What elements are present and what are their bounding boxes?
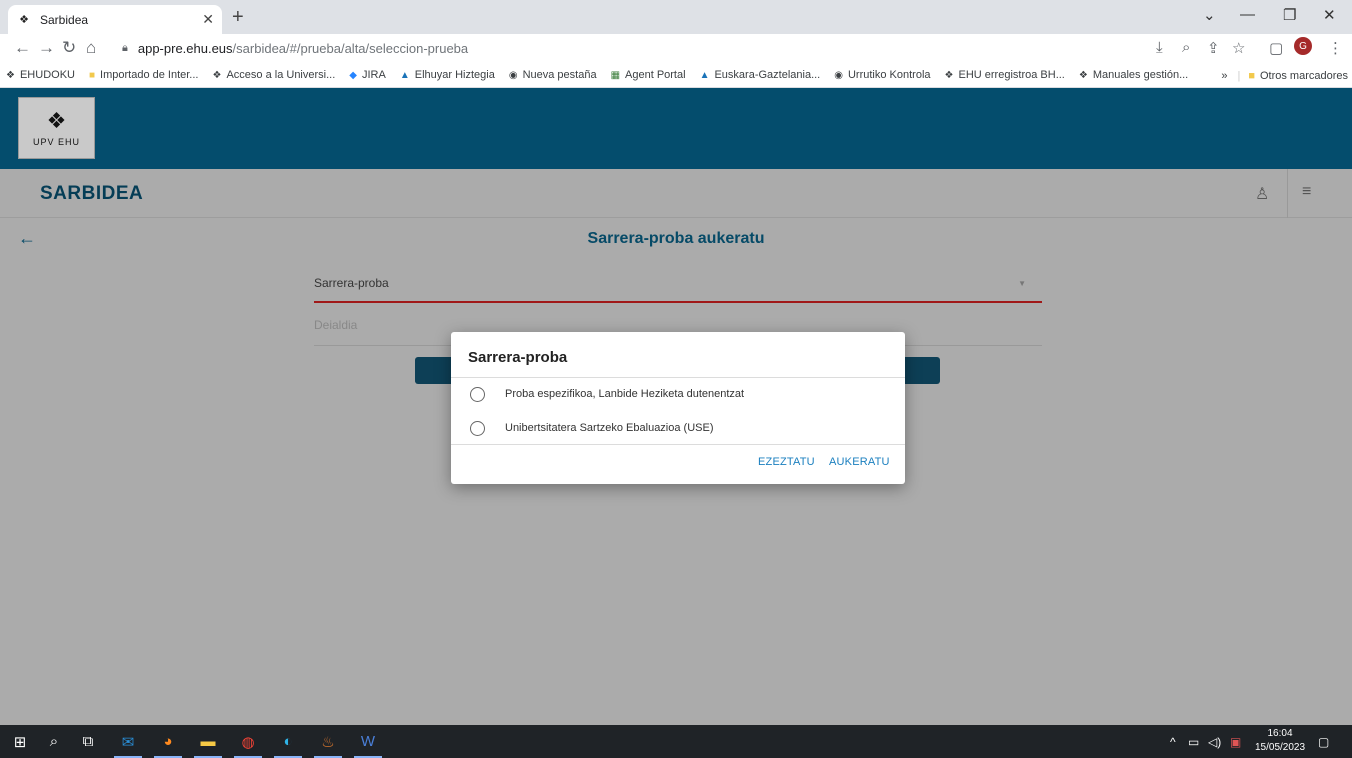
folder-icon: ■: [1248, 69, 1255, 82]
user-icon[interactable]: ♙: [1255, 184, 1269, 204]
new-tab-button[interactable]: +: [232, 7, 244, 27]
minimize-button[interactable]: —: [1240, 6, 1255, 23]
browser-toolbar: ← → ↻ ⌂ 🔒︎ app-pre.ehu.eus/sarbidea/#/pr…: [0, 34, 1352, 63]
bookmark-item[interactable]: ❖ EHU erregistroa BH...: [945, 69, 1065, 81]
bookmark-item[interactable]: ❖ Acceso a la Universi...: [212, 69, 335, 81]
dialog-divider: [451, 377, 905, 378]
edge-icon[interactable]: ◐: [268, 725, 308, 758]
lock-icon[interactable]: 🔒︎: [122, 42, 128, 55]
volume-icon[interactable]: ◁): [1208, 725, 1221, 758]
page-title: Sarrera-proba aukeratu: [587, 230, 765, 247]
cancel-button[interactable]: EZEZTATU: [758, 456, 815, 468]
windows-taskbar: ⊞ ⌕ ⧉ ✉ ◕ ▬ ◍ ◐ ♨ W ^ ▭ ◁) ▣ 16:04 15/05…: [0, 725, 1352, 758]
dialog-divider: [451, 444, 905, 445]
bookmark-item[interactable]: ▲ Elhuyar Hiztegia: [400, 69, 495, 81]
clock-date: 15/05/2023: [1255, 742, 1306, 753]
ehu-icon: ❖: [1078, 69, 1088, 81]
dialog-option-use[interactable]: Unibertsitatera Sartzeko Ebaluazioa (USE…: [470, 418, 713, 438]
ehu-icon: ❖: [212, 69, 222, 81]
tab-title: Sarbidea: [40, 12, 89, 27]
app-header: ❖ UPV EHU: [0, 88, 1352, 169]
app-title: SARBIDEA: [40, 183, 144, 204]
bookmark-star-icon[interactable]: ☆: [1232, 39, 1245, 57]
word-icon[interactable]: W: [348, 725, 388, 758]
option-label: Proba espezifikoa, Lanbide Heziketa dute…: [505, 388, 745, 400]
hamburger-menu-icon[interactable]: ≡: [1302, 183, 1311, 201]
toolbar-divider: [1287, 169, 1288, 218]
browser-tabstrip: ❖ Sarbidea ✕ + ⌄ — ❐ ✕: [0, 0, 1352, 34]
test-select-field[interactable]: Sarrera-proba ▼: [314, 266, 1042, 303]
tab-search-icon[interactable]: ⌄: [1203, 6, 1216, 24]
back-icon[interactable]: ←: [14, 38, 31, 58]
option-label: Unibertsitatera Sartzeko Ebaluazioa (USE…: [505, 422, 714, 434]
call-select-label: Deialdia: [314, 318, 358, 332]
elhuyar-icon: ▲: [399, 69, 410, 81]
elhuyar-icon: ▲: [699, 69, 710, 81]
share-icon[interactable]: ⇪: [1207, 39, 1220, 57]
address-bar[interactable]: 🔒︎ app-pre.ehu.eus/sarbidea/#/prueba/alt…: [122, 36, 1322, 60]
bookmark-item[interactable]: ■ Importado de Inter...: [89, 69, 199, 81]
install-app-icon[interactable]: ⤓: [1156, 39, 1163, 56]
upv-ehu-logo[interactable]: ❖ UPV EHU: [18, 97, 95, 159]
home-icon[interactable]: ⌂: [86, 38, 96, 58]
tray-chevron-icon[interactable]: ^: [1170, 725, 1176, 758]
forward-icon[interactable]: →: [38, 38, 55, 58]
upv-ehu-emblem-icon: ❖: [46, 107, 67, 133]
chrome-icon[interactable]: ◍: [228, 725, 268, 758]
radio-button[interactable]: [470, 386, 485, 402]
bookmark-item[interactable]: ▦ Agent Portal: [611, 69, 686, 81]
close-tab-icon[interactable]: ✕: [202, 11, 214, 28]
close-window-button[interactable]: ✕: [1323, 6, 1336, 24]
logo-text: UPV EHU: [32, 136, 80, 147]
java-icon[interactable]: ♨: [308, 725, 348, 758]
kebab-menu-icon[interactable]: ⋮: [1328, 39, 1343, 57]
clock-time: 16:04: [1267, 728, 1293, 739]
system-clock[interactable]: 16:04 15/05/2023: [1255, 727, 1305, 755]
notifications-icon[interactable]: ▢: [1318, 725, 1329, 758]
other-bookmarks[interactable]: Otros marcadores: [1260, 70, 1348, 82]
radio-button[interactable]: [470, 420, 485, 436]
side-panel-icon[interactable]: ▢: [1269, 39, 1283, 57]
browser-tab[interactable]: ❖ Sarbidea ✕: [8, 5, 222, 34]
globe-icon: ◉: [508, 69, 518, 81]
bookmarks-overflow-button[interactable]: »: [1221, 70, 1227, 82]
bookmark-item[interactable]: ◉ Nueva pestaña: [509, 69, 597, 81]
outlook-icon[interactable]: ✉: [108, 725, 148, 758]
bookmark-item[interactable]: ◆ JIRA: [349, 69, 386, 81]
dropdown-caret-icon: ▼: [1018, 279, 1026, 288]
bookmarks-bar: ❖ EHUDOKU ■ Importado de Inter... ❖ Acceso …: [0, 63, 1352, 88]
jira-icon: ◆: [349, 69, 357, 81]
restore-button[interactable]: ❐: [1283, 6, 1296, 24]
globe-icon: ◉: [834, 69, 843, 81]
test-select-label: Sarrera-proba: [314, 276, 389, 290]
task-view-icon[interactable]: ⧉: [68, 725, 108, 758]
bookmark-item[interactable]: ❖ Manuales gestión...: [1079, 69, 1188, 81]
ehu-icon: ❖: [6, 69, 15, 81]
reload-icon[interactable]: ↻: [62, 38, 76, 58]
firefox-icon[interactable]: ◕: [148, 725, 188, 758]
agent-icon: ▦: [610, 69, 621, 81]
bookmark-item[interactable]: ▲ Euskara-Gaztelania...: [700, 69, 821, 81]
url-path: /sarbidea/#/prueba/alta/seleccion-prueba: [232, 40, 469, 56]
url-host: app-pre.ehu.eus: [137, 40, 233, 56]
app-title-bar: SARBIDEA ♙ ≡: [0, 169, 1352, 218]
bookmarks-divider: |: [1237, 69, 1241, 82]
profile-avatar[interactable]: G: [1294, 37, 1312, 55]
folder-icon: ■: [88, 69, 96, 81]
network-icon[interactable]: ▭: [1188, 725, 1199, 758]
bookmark-item[interactable]: ◉ Urrutiko Kontrola: [834, 69, 930, 81]
file-explorer-icon[interactable]: ▬: [188, 725, 228, 758]
select-button[interactable]: AUKERATU: [829, 456, 890, 468]
ehu-icon: ❖: [944, 69, 954, 81]
upv-ehu-icon: ❖: [19, 14, 29, 26]
security-icon[interactable]: ▣: [1230, 725, 1241, 758]
zoom-icon[interactable]: ⌕: [1182, 39, 1190, 56]
bookmark-item[interactable]: ❖ EHUDOKU: [6, 69, 75, 81]
dialog-title: Sarrera-proba: [468, 349, 568, 366]
select-test-dialog: Sarrera-proba Proba espezifikoa, Lanbide…: [451, 332, 905, 484]
dialog-option-lanbide[interactable]: Proba espezifikoa, Lanbide Heziketa dute…: [470, 384, 744, 404]
